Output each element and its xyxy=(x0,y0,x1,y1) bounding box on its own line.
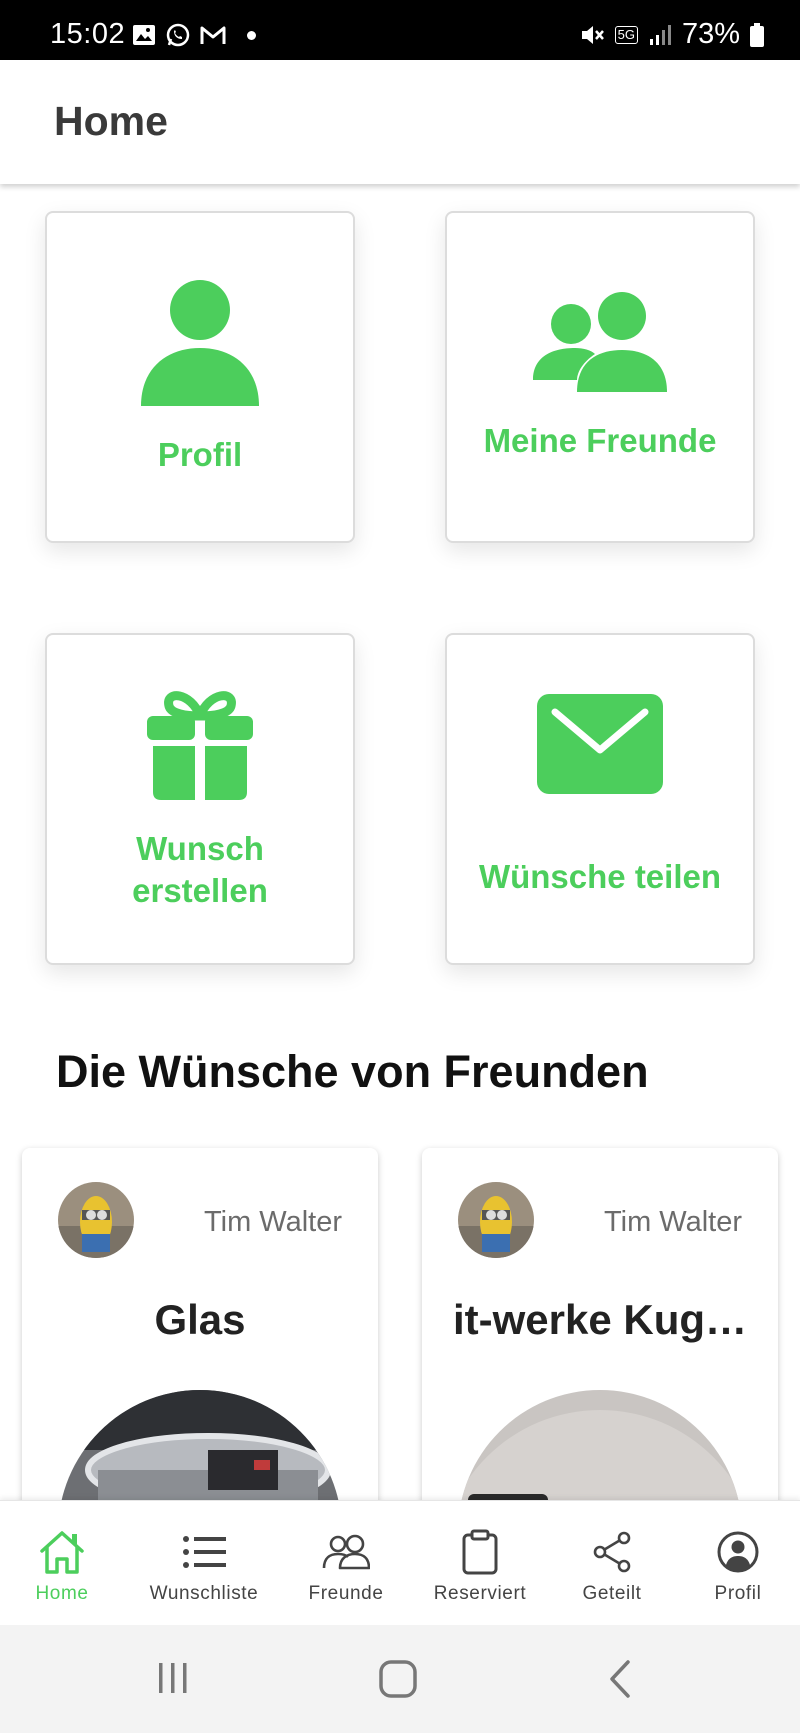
page-title: Home xyxy=(54,98,168,144)
gmail-icon xyxy=(200,26,226,44)
battery-icon xyxy=(750,22,764,47)
wish-card[interactable]: Tim Walter Glas xyxy=(22,1148,378,1500)
nav-reserviert[interactable]: Reserviert xyxy=(418,1501,542,1626)
mail-icon xyxy=(537,694,663,794)
system-navigation-bar xyxy=(0,1625,800,1733)
gift-icon xyxy=(147,686,253,800)
mute-icon xyxy=(581,25,604,44)
nav-label: Reserviert xyxy=(433,1583,527,1604)
share-icon xyxy=(592,1529,632,1575)
avatar xyxy=(458,1182,534,1258)
nav-label: Geteilt xyxy=(582,1583,642,1604)
status-bar: 15:02 5G 73% xyxy=(0,0,800,60)
wish-title: it-werke Kug… xyxy=(452,1296,748,1343)
friends-outline-icon xyxy=(322,1529,370,1575)
home-button-icon[interactable] xyxy=(378,1659,418,1699)
nav-geteilt[interactable]: Geteilt xyxy=(562,1501,662,1626)
notification-icons xyxy=(132,22,256,48)
wish-image xyxy=(458,1390,742,1500)
tile-wunsch-erstellen[interactable]: Wunsch erstellen xyxy=(45,633,355,965)
tile-label: Profil xyxy=(157,436,243,473)
nav-label: Freunde xyxy=(308,1583,384,1604)
nav-label: Wunschliste xyxy=(149,1583,259,1604)
wish-owner: Tim Walter xyxy=(203,1206,342,1238)
system-status: 5G 73% xyxy=(579,18,764,51)
nav-label: Home xyxy=(35,1583,89,1604)
list-icon xyxy=(182,1529,226,1575)
app-bar: Home xyxy=(0,60,800,184)
tile-label: Wünsche teilen xyxy=(478,858,722,895)
tile-label: Meine Freunde xyxy=(483,422,717,459)
section-title: Die Wünsche von Freunden xyxy=(56,1046,649,1097)
person-icon xyxy=(141,278,259,406)
nav-wunschliste[interactable]: Wunschliste xyxy=(134,1501,274,1626)
tile-label: Wunsch erstellen xyxy=(132,830,268,909)
friends-icon xyxy=(533,292,667,392)
bottom-navigation: Home Wunschliste Freunde Reserviert Gete… xyxy=(0,1500,800,1625)
recent-apps-icon[interactable] xyxy=(156,1661,190,1695)
network-type: 5G xyxy=(614,25,638,44)
back-icon[interactable] xyxy=(608,1659,632,1699)
tile-wuensche-teilen[interactable]: Wünsche teilen xyxy=(445,633,755,965)
nav-profil[interactable]: Profil xyxy=(688,1501,788,1626)
status-time: 15:02 xyxy=(50,18,126,50)
home-icon xyxy=(38,1529,86,1575)
battery-percent: 73% xyxy=(681,18,740,50)
nav-freunde[interactable]: Freunde xyxy=(290,1501,402,1626)
signal-icon xyxy=(649,24,671,45)
nav-label: Profil xyxy=(714,1583,762,1604)
whatsapp-icon xyxy=(166,23,190,47)
wish-title: Glas xyxy=(154,1296,246,1343)
gallery-icon xyxy=(133,25,155,45)
clipboard-icon xyxy=(462,1529,498,1575)
avatar xyxy=(58,1182,134,1258)
profile-circle-icon xyxy=(716,1529,760,1575)
nav-home[interactable]: Home xyxy=(0,1501,124,1626)
home-content[interactable]: Profil Meine Freunde Wunsch erstellen Wü… xyxy=(0,184,800,1500)
tile-meine-freunde[interactable]: Meine Freunde xyxy=(445,211,755,543)
tile-profil[interactable]: Profil xyxy=(45,211,355,543)
wish-card[interactable]: Tim Walter it-werke Kug… xyxy=(422,1148,778,1500)
home-screen: 15:02 5G 73% Home Profil Meine Freunde W… xyxy=(0,0,800,1733)
wish-owner: Tim Walter xyxy=(603,1206,742,1238)
wish-image xyxy=(58,1390,342,1500)
more-notifications-dot xyxy=(247,30,256,40)
